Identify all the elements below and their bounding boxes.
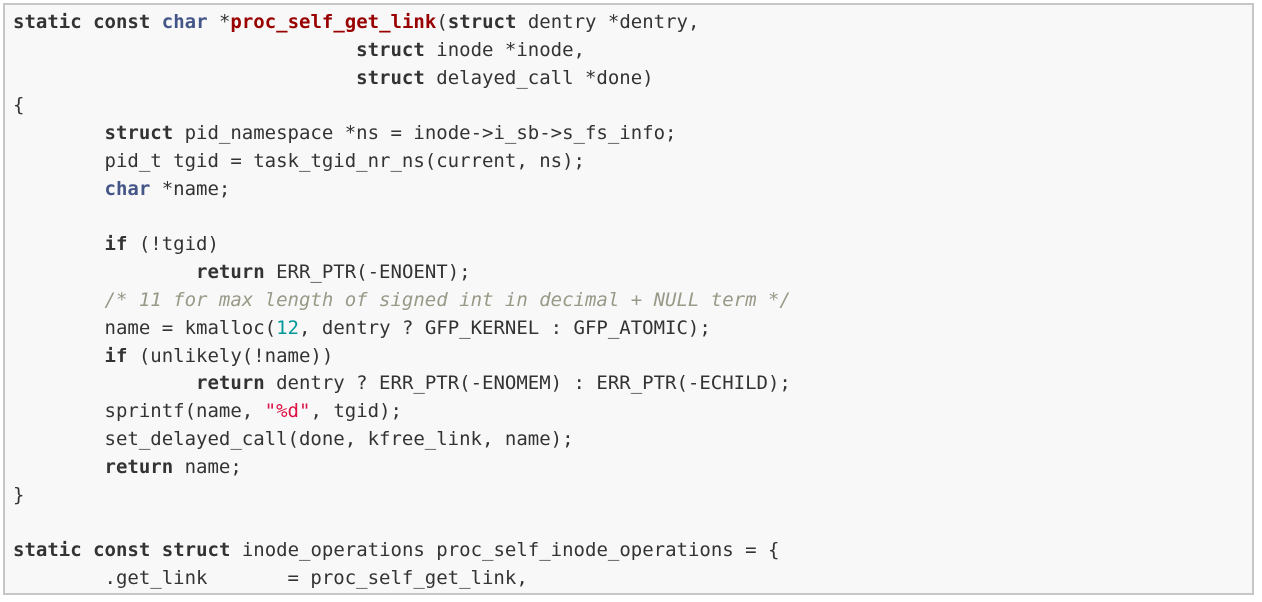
code-text: , dentry ? GFP_KERNEL : GFP_ATOMIC);	[299, 316, 711, 339]
code-line: return dentry ? ERR_PTR(-ENOMEM) : ERR_P…	[13, 370, 1252, 398]
code-line: struct pid_namespace *ns = inode->i_sb->…	[13, 120, 1252, 148]
code-text: dentry *dentry,	[516, 11, 700, 33]
code-text: inode_operations proc_self_inode_operati…	[230, 539, 780, 562]
keyword-token: const	[93, 11, 151, 33]
keyword-token: if	[104, 233, 128, 256]
string-token: "%d"	[264, 400, 311, 423]
code-text: pid_t tgid = task_tgid_nr_ns(current, ns…	[13, 149, 585, 172]
code-line: struct inode *inode,	[13, 37, 1252, 65]
type-token: char	[104, 177, 151, 200]
code-text: }	[13, 483, 25, 506]
code-line: ​	[13, 204, 1252, 232]
code-listing: static const char *proc_self_get_link(st…	[13, 9, 1252, 594]
code-text: *	[207, 11, 231, 33]
comment-token: /* 11 for max length of signed int in de…	[104, 288, 791, 311]
keyword-token: if	[104, 344, 128, 367]
keyword-token: struct	[161, 539, 231, 562]
code-line: return ERR_PTR(-ENOENT);	[13, 259, 1252, 287]
code-line: .get_link = proc_self_get_link,	[13, 565, 1252, 593]
keyword-token: return	[196, 261, 265, 284]
code-line: name = kmalloc(12, dentry ? GFP_KERNEL :…	[13, 315, 1252, 343]
keyword-token: static	[13, 539, 82, 562]
code-line: struct delayed_call *done)	[13, 65, 1252, 93]
keyword-token: return	[104, 455, 174, 478]
number-token: 12	[276, 316, 299, 339]
code-text: name = kmalloc(	[13, 316, 277, 339]
code-text: inode *inode,	[424, 38, 585, 61]
code-text: delayed_call *done)	[424, 66, 654, 89]
code-line: if (!tgid)	[13, 231, 1252, 259]
code-line: /* 11 for max length of signed int in de…	[13, 287, 1252, 315]
code-text: (!tgid)	[127, 233, 219, 256]
code-text: *name;	[150, 177, 231, 200]
function-name-token: proc_self_get_link	[230, 11, 437, 33]
code-text: , tgid);	[310, 400, 402, 423]
keyword-token: struct	[356, 38, 425, 61]
keyword-token: const	[93, 539, 151, 562]
code-text: pid_namespace *ns = inode->i_sb->s_fs_in…	[173, 122, 677, 145]
code-line: {	[13, 92, 1252, 120]
code-line: char *name;	[13, 176, 1252, 204]
keyword-token: return	[196, 372, 265, 395]
code-text: (unlikely(!name))	[127, 344, 334, 367]
code-text: dentry ? ERR_PTR(-ENOMEM) : ERR_PTR(-ECH…	[264, 372, 791, 395]
code-line: pid_t tgid = task_tgid_nr_ns(current, ns…	[13, 148, 1252, 176]
code-text: {	[13, 94, 25, 117]
code-line: static const struct inode_operations pro…	[13, 537, 1252, 565]
code-text: sprintf(name,	[13, 400, 265, 423]
code-text: set_delayed_call(done, kfree_link, name)…	[13, 427, 574, 450]
code-line: if (unlikely(!name))	[13, 343, 1252, 371]
keyword-token: struct	[447, 11, 517, 33]
keyword-token: struct	[356, 66, 425, 89]
code-text: .get_link = proc_self_get_link,	[13, 566, 528, 589]
code-line: set_delayed_call(done, kfree_link, name)…	[13, 426, 1252, 454]
code-line: }	[13, 482, 1252, 510]
type-token: char	[161, 11, 208, 33]
code-text: (	[436, 11, 448, 33]
code-line: sprintf(name, "%d", tgid);	[13, 398, 1252, 426]
code-text: name;	[173, 455, 242, 478]
code-line: ​	[13, 509, 1252, 537]
code-line: static const char *proc_self_get_link(st…	[13, 9, 1252, 37]
code-text: ERR_PTR(-ENOENT);	[264, 261, 471, 284]
code-line: };	[13, 593, 1252, 594]
code-line: return name;	[13, 454, 1252, 482]
keyword-token: static	[13, 11, 82, 33]
code-block: static const char *proc_self_get_link(st…	[3, 3, 1254, 595]
keyword-token: struct	[104, 122, 174, 145]
